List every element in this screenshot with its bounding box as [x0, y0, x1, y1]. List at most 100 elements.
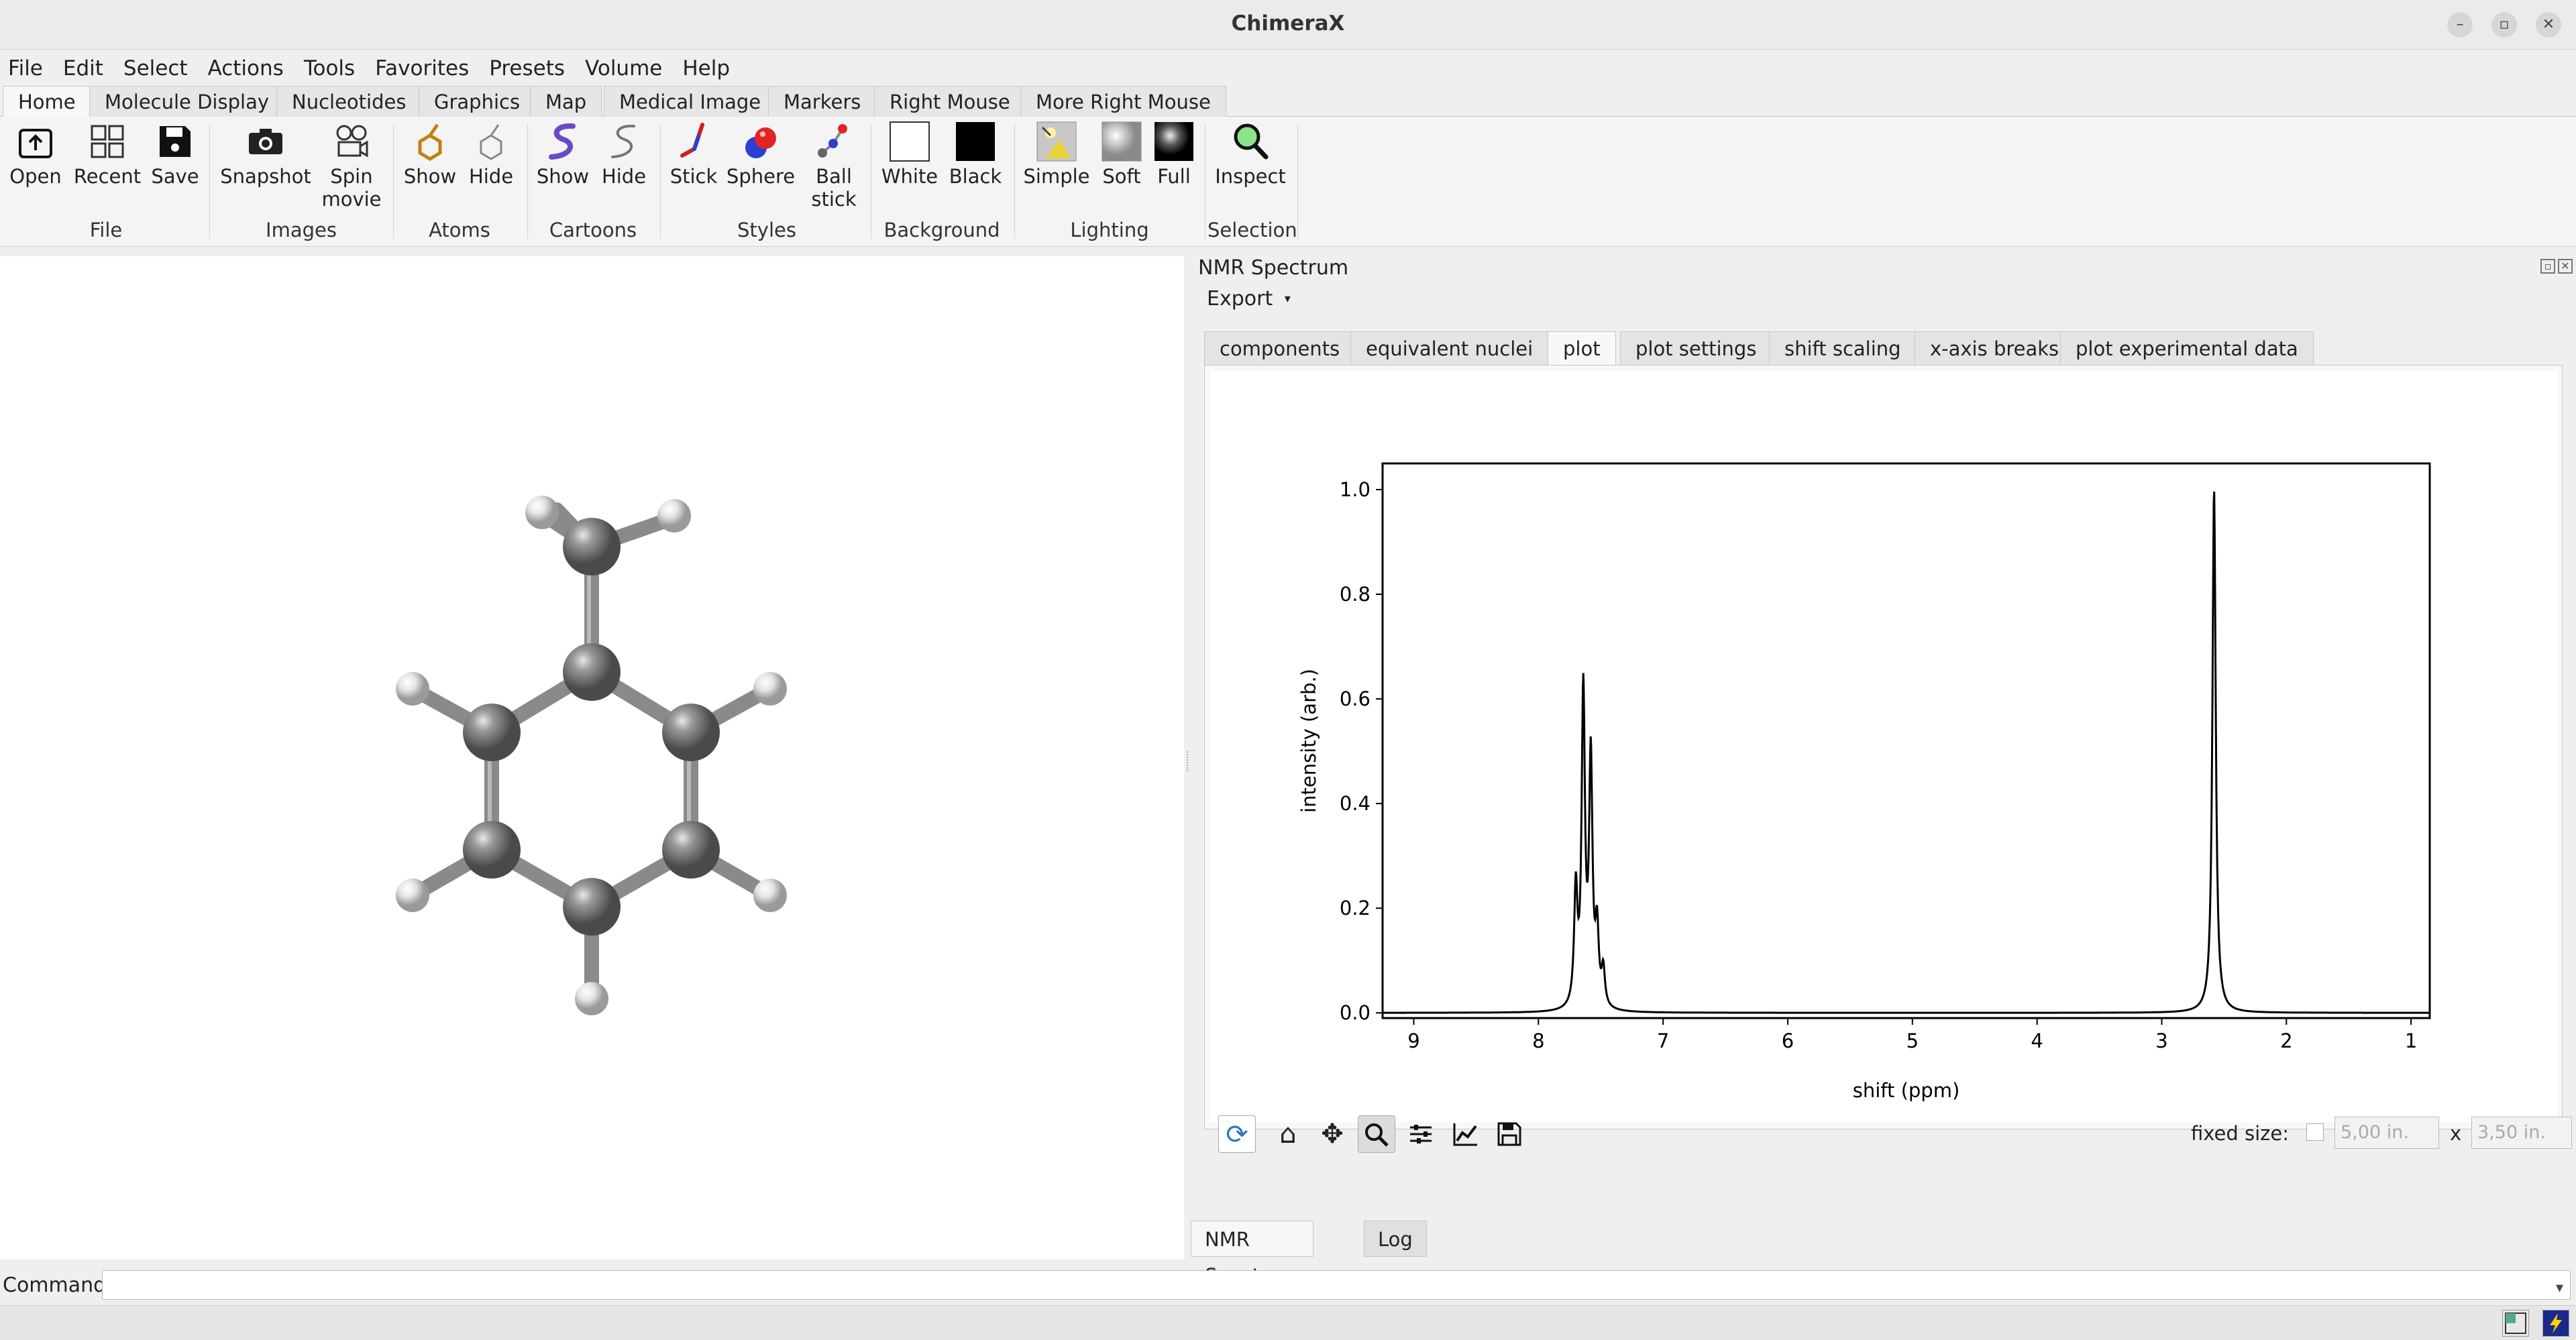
tab-graphics[interactable]: Graphics	[419, 86, 536, 117]
ball-stick-icon	[813, 121, 855, 162]
group-separator	[209, 125, 210, 239]
pan-icon[interactable]: ✥	[1313, 1115, 1351, 1153]
atoms-hide-button[interactable]: Hide	[463, 121, 519, 188]
ribbon-tabs: Home Molecule Display Nucleotides Graphi…	[0, 86, 2576, 117]
lightning-icon[interactable]	[2542, 1310, 2569, 1337]
soft-lighting-button[interactable]: Soft	[1097, 121, 1146, 188]
minimize-icon[interactable]: –	[2447, 12, 2473, 38]
save-button[interactable]: Save	[149, 121, 201, 188]
black-background-button[interactable]: Black	[945, 121, 1006, 188]
export-menu[interactable]: Export ▾	[1207, 287, 1291, 311]
x-tick-label: 5	[1907, 1029, 1919, 1052]
undock-icon[interactable]: ▫	[2540, 259, 2555, 274]
tab-markers[interactable]: Markers	[768, 86, 877, 117]
white-background-button[interactable]: White	[877, 121, 942, 188]
fixed-size-checkbox[interactable]	[2306, 1123, 2324, 1141]
simple-light-icon	[1036, 121, 1077, 162]
tab-equivalent-nuclei[interactable]: equivalent nuclei	[1350, 331, 1549, 365]
tab-nucleotides[interactable]: Nucleotides	[276, 86, 422, 117]
tab-plot-settings[interactable]: plot settings	[1620, 331, 1772, 365]
tab-more-right-mouse[interactable]: More Right Mouse	[1020, 86, 1226, 117]
snapshot-button[interactable]: Snapshot	[219, 121, 313, 188]
width-spinbox[interactable]: 5,00 in.	[2334, 1117, 2439, 1149]
x-tick-label: 8	[1532, 1029, 1544, 1052]
window-title: ChimeraX	[1231, 11, 1345, 36]
tab-log[interactable]: Log	[1364, 1221, 1427, 1257]
maximize-icon[interactable]: ▫	[2491, 12, 2517, 38]
tab-shift-scaling[interactable]: shift scaling	[1769, 331, 1917, 365]
save-icon	[154, 121, 196, 162]
atoms-show-button[interactable]: Show	[401, 121, 459, 188]
atoms-hide-icon	[470, 121, 512, 162]
plot-frame	[1381, 462, 2431, 1019]
plot-toolbar: ⟳ ⌂ ✥ fixed size: 5,00 in. x 3,50 in.	[1218, 1115, 2572, 1158]
save-figure-icon[interactable]	[1491, 1115, 1528, 1153]
refresh-icon[interactable]: ⟳	[1218, 1115, 1256, 1153]
menu-select[interactable]: Select	[123, 56, 188, 80]
full-light-icon	[1153, 121, 1195, 162]
sphere-button[interactable]: Sphere	[724, 121, 797, 188]
x-tick-label: 1	[2405, 1029, 2417, 1052]
nmr-chart: 0.0 0.2 0.4 0.6 0.8 1.0 9 8 7 6 5 4 3 2 1 shift (ppm)…	[1297, 462, 2431, 1102]
atoms-show-icon	[409, 121, 451, 162]
soft-light-icon	[1101, 121, 1142, 162]
tab-map[interactable]: Map	[530, 86, 602, 117]
simple-lighting-button[interactable]: Simple	[1021, 121, 1092, 188]
tab-nmr-spectrum[interactable]: NMR Spectrum	[1191, 1221, 1313, 1287]
panel-close-icon[interactable]: ✕	[2558, 259, 2573, 274]
recent-button[interactable]: Recent	[72, 121, 142, 188]
tab-components[interactable]: components	[1204, 331, 1356, 365]
tab-molecule-display[interactable]: Molecule Display	[89, 86, 284, 117]
tab-home[interactable]: Home	[3, 86, 91, 117]
title-bar: ChimeraX – ▫ ✕	[0, 0, 2576, 50]
cartoons-hide-button[interactable]: Hide	[596, 121, 652, 188]
cartoon-hide-icon	[603, 121, 645, 162]
height-spinbox[interactable]: 3,50 in.	[2471, 1117, 2572, 1149]
x-axis-label: shift (ppm)	[1853, 1079, 1960, 1102]
group-lighting: Lighting	[1070, 219, 1149, 241]
panel-splitter[interactable]	[1187, 751, 1189, 771]
tab-x-axis-breaks[interactable]: x-axis breaks	[1915, 331, 2075, 365]
black-swatch-icon	[955, 121, 996, 162]
size-separator: x	[2450, 1122, 2462, 1145]
tab-plot[interactable]: plot	[1548, 331, 1616, 366]
menu-edit[interactable]: Edit	[63, 56, 103, 80]
group-atoms: Atoms	[429, 219, 490, 241]
tab-medical-image[interactable]: Medical Image	[604, 86, 777, 117]
panel-title: NMR Spectrum	[1198, 256, 1349, 280]
ball-stick-button[interactable]: Ball stick	[802, 121, 865, 211]
menu-help[interactable]: Help	[682, 56, 730, 80]
nmr-spectrum-panel: NMR Spectrum ▫ ✕ Export ▾ components equ…	[1191, 256, 2576, 1219]
open-button[interactable]: Open	[9, 121, 62, 188]
graphics-toggle-icon[interactable]	[2502, 1310, 2529, 1337]
menu-presets[interactable]: Presets	[489, 56, 565, 80]
tab-plot-experimental-data[interactable]: plot experimental data	[2060, 331, 2314, 365]
x-tick-label: 2	[2280, 1029, 2292, 1052]
zoom-icon[interactable]	[1358, 1115, 1395, 1153]
configure-subplots-icon[interactable]	[1402, 1115, 1440, 1153]
home-icon[interactable]: ⌂	[1269, 1115, 1307, 1153]
chevron-down-icon[interactable]: ▾	[2556, 1274, 2563, 1303]
full-lighting-button[interactable]: Full	[1148, 121, 1199, 188]
cartoons-show-button[interactable]: Show	[534, 121, 592, 188]
menu-tools[interactable]: Tools	[304, 56, 355, 80]
close-icon[interactable]: ✕	[2536, 12, 2561, 38]
menu-favorites[interactable]: Favorites	[375, 56, 469, 80]
open-icon	[15, 121, 56, 162]
menu-volume[interactable]: Volume	[585, 56, 662, 80]
stick-button[interactable]: Stick	[667, 121, 720, 188]
spectrum-line	[1383, 491, 2430, 1014]
inspect-button[interactable]: Inspect	[1212, 121, 1289, 188]
group-file: File	[89, 219, 123, 241]
menu-actions[interactable]: Actions	[208, 56, 284, 80]
status-bar	[0, 1305, 2576, 1340]
recent-icon	[87, 121, 128, 162]
command-input[interactable]: ▾	[102, 1270, 2571, 1300]
plot-canvas[interactable]: 0.0 0.2 0.4 0.6 0.8 1.0 9 8 7 6 5 4 3 2 1 shift (ppm)…	[1210, 371, 2558, 1122]
white-swatch-icon	[889, 121, 930, 162]
spin-movie-button[interactable]: Spin movie	[318, 121, 385, 211]
edit-axis-icon[interactable]	[1446, 1115, 1484, 1153]
menu-file[interactable]: File	[8, 56, 43, 80]
tab-right-mouse[interactable]: Right Mouse	[874, 86, 1026, 117]
graphics-viewport[interactable]	[0, 256, 1184, 1260]
